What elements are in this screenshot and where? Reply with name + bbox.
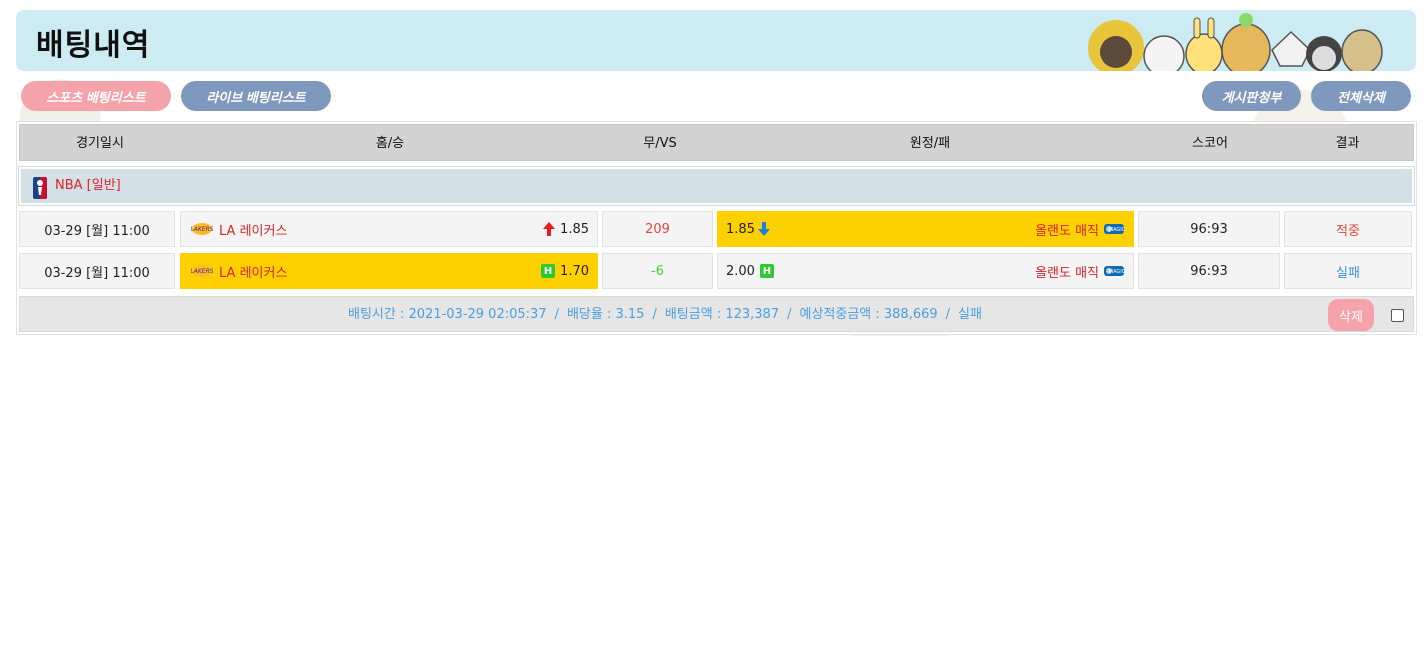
delete-bet-button[interactable]: 삭제 — [1328, 299, 1374, 331]
home-pick-cell[interactable]: LAKERS LA 레이커스 H 1.70 — [180, 253, 598, 289]
score-cell: 96:93 — [1138, 211, 1280, 247]
bet-summary-row: 배팅시간 : 2021-03-29 02:05:37 / 배당율 : 3.15 / 배팅… — [19, 296, 1414, 332]
away-team-name: 올랜도 매직 — [1035, 265, 1099, 281]
bet-summary-text: 배팅시간 : 2021-03-29 02:05:37 / 배당율 : 3.15 / 배팅… — [20, 297, 1310, 333]
arrow-up-icon — [543, 222, 556, 236]
magic-logo-icon: MAGIC — [1104, 266, 1125, 276]
lakers-logo-icon: LAKERS — [191, 265, 213, 277]
column-home: 홈/승 — [375, 136, 405, 151]
header-banner: 배팅내역 — [16, 10, 1416, 71]
nba-logo-icon — [33, 177, 47, 199]
select-bet-checkbox[interactable] — [1391, 309, 1404, 322]
post-request-button[interactable]: 게시판청부 — [1202, 81, 1301, 111]
vs-value: 209 — [645, 221, 670, 237]
column-score: 스코어 — [1192, 136, 1228, 151]
vs-cell[interactable]: 209 — [602, 211, 713, 247]
vs-cell[interactable]: -6 — [602, 253, 713, 289]
column-datetime: 경기일시 — [76, 136, 124, 151]
home-team-name: LA 레이커스 — [219, 223, 288, 239]
bet-amount: 배팅금액 : 123,387 — [664, 307, 780, 322]
svg-text:MAGIC: MAGIC — [1109, 227, 1125, 233]
tab-sports-bet-list[interactable]: 스포츠 배팅리스트 — [21, 81, 171, 111]
column-vs: 무/VS — [643, 136, 677, 151]
characters-illustration — [1088, 13, 1383, 71]
away-odds: 1.85 — [726, 221, 755, 237]
column-result: 결과 — [1335, 136, 1360, 151]
svg-text:LAKERS: LAKERS — [191, 226, 213, 233]
bet-history-table: 경기일시 홈/승 무/VS 원정/패 스코어 결과 NBA [일반] 03-29… — [16, 121, 1417, 335]
result-cell: 실패 — [1284, 253, 1412, 289]
column-away: 원정/패 — [909, 136, 951, 151]
home-odds: 1.85 — [560, 221, 589, 237]
away-team-name: 올랜도 매직 — [1035, 223, 1099, 239]
bet-odds: 배당율 : 3.15 — [566, 307, 645, 322]
tab-live-bet-list[interactable]: 라이브 배팅리스트 — [181, 81, 331, 111]
arrow-down-icon — [757, 222, 770, 236]
home-odds: 1.70 — [560, 263, 589, 279]
magic-logo-icon: MAGIC — [1104, 224, 1125, 234]
delete-all-button[interactable]: 전체삭제 — [1311, 81, 1411, 111]
handicap-value: -6 — [651, 263, 664, 279]
summary-separator: / — [787, 307, 792, 322]
page-title: 배팅내역 — [36, 28, 151, 63]
league-row: NBA [일반] — [18, 166, 1415, 206]
table-header: 경기일시 홈/승 무/VS 원정/패 스코어 결과 — [19, 124, 1414, 161]
summary-separator: / — [554, 307, 559, 322]
svg-text:MAGIC: MAGIC — [1109, 269, 1125, 275]
away-pick-cell[interactable]: 2.00 H 올랜도 매직 MAGIC — [717, 253, 1134, 289]
result-status: 적중 — [1336, 223, 1360, 239]
bet-time: 배팅시간 : 2021-03-29 02:05:37 — [348, 307, 547, 322]
handicap-h-icon: H — [541, 264, 556, 278]
summary-separator: / — [945, 307, 951, 322]
lakers-logo-icon: LAKERS — [191, 223, 213, 235]
expected-win-amount: 예상적중금액 : 388,669 — [799, 307, 938, 322]
home-team-name: LA 레이커스 — [219, 265, 288, 281]
score-cell: 96:93 — [1138, 253, 1280, 289]
result-cell: 적중 — [1284, 211, 1412, 247]
summary-separator: / — [652, 307, 657, 322]
league-label: NBA [일반] — [55, 178, 121, 193]
handicap-h-icon: H — [759, 264, 774, 278]
result-status: 실패 — [1336, 265, 1360, 281]
match-datetime: 03-29 [월] 11:00 — [19, 211, 175, 247]
bet-status: 실패 — [958, 307, 982, 322]
home-pick-cell[interactable]: LAKERS LA 레이커스 1.85 — [180, 211, 598, 247]
match-datetime: 03-29 [월] 11:00 — [19, 253, 175, 289]
away-pick-cell[interactable]: 1.85 올랜도 매직 MAGIC — [717, 211, 1134, 247]
away-odds: 2.00 — [726, 263, 755, 279]
svg-text:LAKERS: LAKERS — [191, 268, 213, 275]
